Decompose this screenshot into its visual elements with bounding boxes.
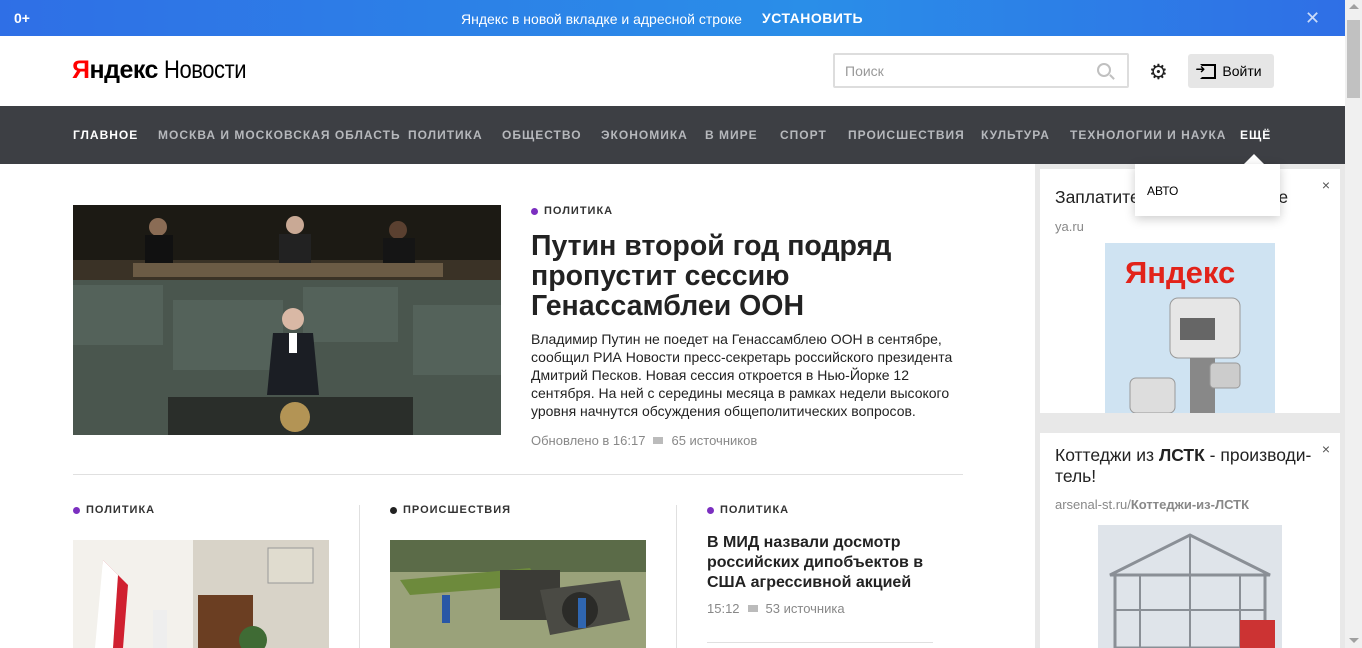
main-story-title[interactable]: Путин второй год подряд пропустит сессию…	[531, 231, 951, 321]
sources-icon	[653, 437, 664, 444]
ad-domain-path: Коттеджи-из-ЛСТК	[1130, 497, 1250, 512]
nav-item-incidents[interactable]: ПРОИСШЕСТВИЯ	[848, 128, 965, 142]
header: ЯндексНовости ⚙ Войти	[0, 36, 1345, 106]
sources-count[interactable]: 53 источника	[766, 601, 845, 616]
story-title[interactable]: В МИД назвали досмотр российских дипобъе…	[707, 533, 937, 593]
column-divider	[359, 505, 360, 648]
ad-image-yandex[interactable]: Яндекс	[1040, 243, 1340, 413]
story-meta: 15:12 53 источника	[707, 601, 845, 616]
logo-ya: Я	[72, 56, 90, 84]
dropdown-caret	[1244, 154, 1264, 164]
nav-item-politics[interactable]: ПОЛИТИКА	[408, 128, 483, 142]
login-button[interactable]: Войти	[1188, 54, 1274, 88]
story-rubric-politics[interactable]: ПОЛИТИКА	[73, 504, 155, 516]
sources-icon	[747, 605, 758, 612]
ad-sidebar: Заплатите штраф в Яндексе ya.ru × Яндекс…	[1035, 164, 1345, 648]
ad-title[interactable]: Коттеджи из ЛСТК - производи-тель!	[1055, 445, 1325, 487]
column-divider	[676, 505, 677, 648]
ad-card-cottages[interactable]: Коттеджи из ЛСТК - производи-тель! arsen…	[1040, 433, 1340, 525]
promo-text: Яндекс в новой вкладке и адресной строке	[461, 11, 742, 27]
rubric-dot	[390, 506, 397, 514]
story-image-crash[interactable]	[390, 540, 646, 648]
story-image-embassy[interactable]	[73, 540, 329, 648]
more-dropdown: АВТО	[1135, 164, 1280, 216]
rubric-label: ПРОИСШЕСТВИЯ	[403, 504, 512, 516]
main-story-meta: Обновлено в 16:17 65 источников	[531, 433, 757, 448]
scrollbar[interactable]	[1345, 0, 1362, 648]
gear-icon[interactable]: ⚙	[1149, 60, 1168, 85]
promo-bar: 0+ Яндекс в новой вкладке и адресной стр…	[0, 0, 1345, 36]
main-story-image[interactable]	[73, 205, 501, 435]
login-icon	[1195, 62, 1217, 79]
nav-item-main[interactable]: ГЛАВНОЕ	[73, 128, 138, 142]
close-icon[interactable]: ✕	[1305, 8, 1320, 29]
story-rubric-incidents[interactable]: ПРОИСШЕСТВИЯ	[390, 504, 511, 516]
rubric-label: ПОЛИТИКА	[720, 504, 790, 516]
age-rating: 0+	[14, 10, 30, 26]
logo-ndex: ндекс	[89, 56, 158, 84]
nav-item-society[interactable]: ОБЩЕСТВО	[502, 128, 582, 142]
divider	[707, 642, 933, 643]
ad-domain-host: arsenal-st.ru/	[1055, 497, 1131, 512]
logo-news: Новости	[163, 56, 247, 84]
nav-item-world[interactable]: В МИРЕ	[705, 128, 758, 142]
close-icon[interactable]: ×	[1322, 177, 1330, 193]
ad-title-pre: Коттеджи из	[1055, 445, 1159, 465]
close-icon[interactable]: ×	[1322, 441, 1330, 457]
story-rubric-politics-2[interactable]: ПОЛИТИКА	[707, 504, 789, 516]
nav-item-sport[interactable]: СПОРТ	[780, 128, 827, 142]
updated-time: Обновлено в 16:17	[531, 433, 646, 448]
install-button[interactable]: УСТАНОВИТЬ	[762, 10, 863, 26]
ad-domain[interactable]: arsenal-st.ru/Коттеджи-из-ЛСТК	[1055, 497, 1249, 512]
ad-image-text: Яндекс	[1125, 255, 1235, 290]
dropdown-item-auto[interactable]: АВТО	[1147, 184, 1178, 198]
nav-item-culture[interactable]: КУЛЬТУРА	[981, 128, 1050, 142]
main-story-rubric[interactable]: ПОЛИТИКА	[531, 205, 613, 217]
nav-item-more[interactable]: ЕЩЁ	[1240, 128, 1271, 142]
ad-title-bold: ЛСТК	[1158, 445, 1205, 465]
scroll-thumb[interactable]	[1347, 20, 1360, 98]
main-story-lead: Владимир Путин не поедет на Генассамблею…	[531, 331, 953, 419]
rubric-dot	[73, 506, 80, 514]
nav-bar: ГЛАВНОЕ МОСКВА И МОСКОВСКАЯ ОБЛАСТЬ ПОЛИ…	[0, 106, 1345, 164]
divider	[73, 474, 963, 475]
nav-item-tech[interactable]: ТЕХНОЛОГИИ И НАУКА	[1070, 128, 1226, 142]
rubric-label: ПОЛИТИКА	[86, 504, 156, 516]
story-time: 15:12	[707, 601, 740, 616]
ad-image-cottage[interactable]	[1040, 525, 1340, 648]
nav-item-economy[interactable]: ЭКОНОМИКА	[601, 128, 688, 142]
search-icon[interactable]	[1097, 63, 1111, 77]
login-label: Войти	[1222, 63, 1262, 79]
nav-item-moscow[interactable]: МОСКВА И МОСКОВСКАЯ ОБЛАСТЬ	[158, 128, 401, 142]
scroll-down-icon[interactable]	[1349, 638, 1359, 643]
rubric-dot	[531, 207, 538, 215]
logo[interactable]: Яндекс Новости	[72, 56, 257, 85]
scroll-up-icon[interactable]	[1349, 4, 1359, 9]
rubric-dot	[707, 506, 714, 514]
ad-domain[interactable]: ya.ru	[1055, 219, 1084, 234]
rubric-label: ПОЛИТИКА	[544, 205, 614, 217]
search-input[interactable]	[833, 53, 1129, 88]
sources-count[interactable]: 65 источников	[671, 433, 757, 448]
